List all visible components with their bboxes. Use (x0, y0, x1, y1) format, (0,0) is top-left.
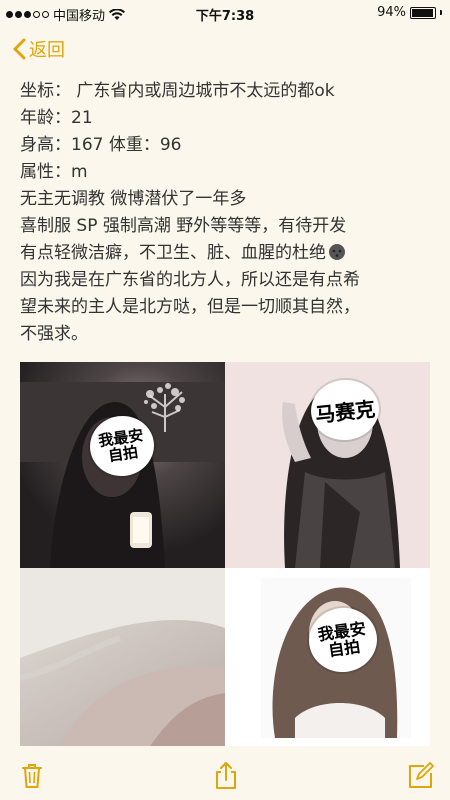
photo-sticker-text: 马赛克 (314, 396, 377, 427)
bottom-toolbar (0, 752, 450, 800)
battery-tip (440, 10, 442, 15)
note-line-preference-1: 因为我是在广东省的北方人，所以还是有点希 (20, 270, 360, 290)
note-line-location: 坐标： 广东省内或周边城市不太远的都ok (20, 81, 335, 101)
nav-bar: 返回 (0, 32, 450, 68)
back-label: 返回 (29, 40, 65, 61)
note-line-preference-2: 望未来的主人是北方哒，但是一切顺其自然， (20, 297, 360, 317)
note-line-preference-3: 不强求。 (20, 324, 88, 344)
photo-grid: 我最安自拍 马赛克 我最安自拍 (20, 362, 430, 746)
photo-sticker-text: 我最安自拍 (316, 618, 367, 661)
note-line-status: 无主无调教 微博潜伏了一年多 (20, 189, 247, 209)
share-icon[interactable] (211, 760, 241, 790)
note-line-dislikes-text: 有点轻微洁癖，不卫生、脏、血腥的杜绝 (20, 243, 326, 263)
photo-sticker-text: 我最安自拍 (97, 426, 145, 465)
photo-3[interactable] (20, 568, 225, 746)
photo-2[interactable]: 马赛克 (225, 362, 430, 568)
note-line-likes: 喜制服 SP 强制高潮 野外等等等，有待开发 (20, 216, 347, 236)
battery-icon (410, 6, 436, 19)
emoji-icon (329, 244, 345, 260)
status-bar: 中国移动 下午7:38 94% (0, 0, 450, 26)
compose-icon[interactable] (405, 760, 435, 790)
back-button[interactable]: 返回 (12, 36, 65, 62)
battery-percent: 94% (377, 5, 406, 20)
note-line-attribute: 属性：m (20, 162, 88, 182)
status-right: 94% (377, 5, 442, 20)
note-body[interactable]: 坐标： 广东省内或周边城市不太远的都ok 年龄：21 身高：167 体重：96 … (20, 78, 434, 348)
note-line-height-weight: 身高：167 体重：96 (20, 135, 182, 155)
photo-4[interactable]: 我最安自拍 (225, 568, 430, 746)
photo-1[interactable]: 我最安自拍 (20, 362, 225, 568)
note-line-age: 年龄：21 (20, 108, 93, 128)
photo-3-scene (20, 568, 225, 746)
trash-icon[interactable] (17, 760, 47, 790)
note-line-dislikes: 有点轻微洁癖，不卫生、脏、血腥的杜绝 (20, 240, 434, 267)
chevron-left-icon (13, 38, 26, 60)
